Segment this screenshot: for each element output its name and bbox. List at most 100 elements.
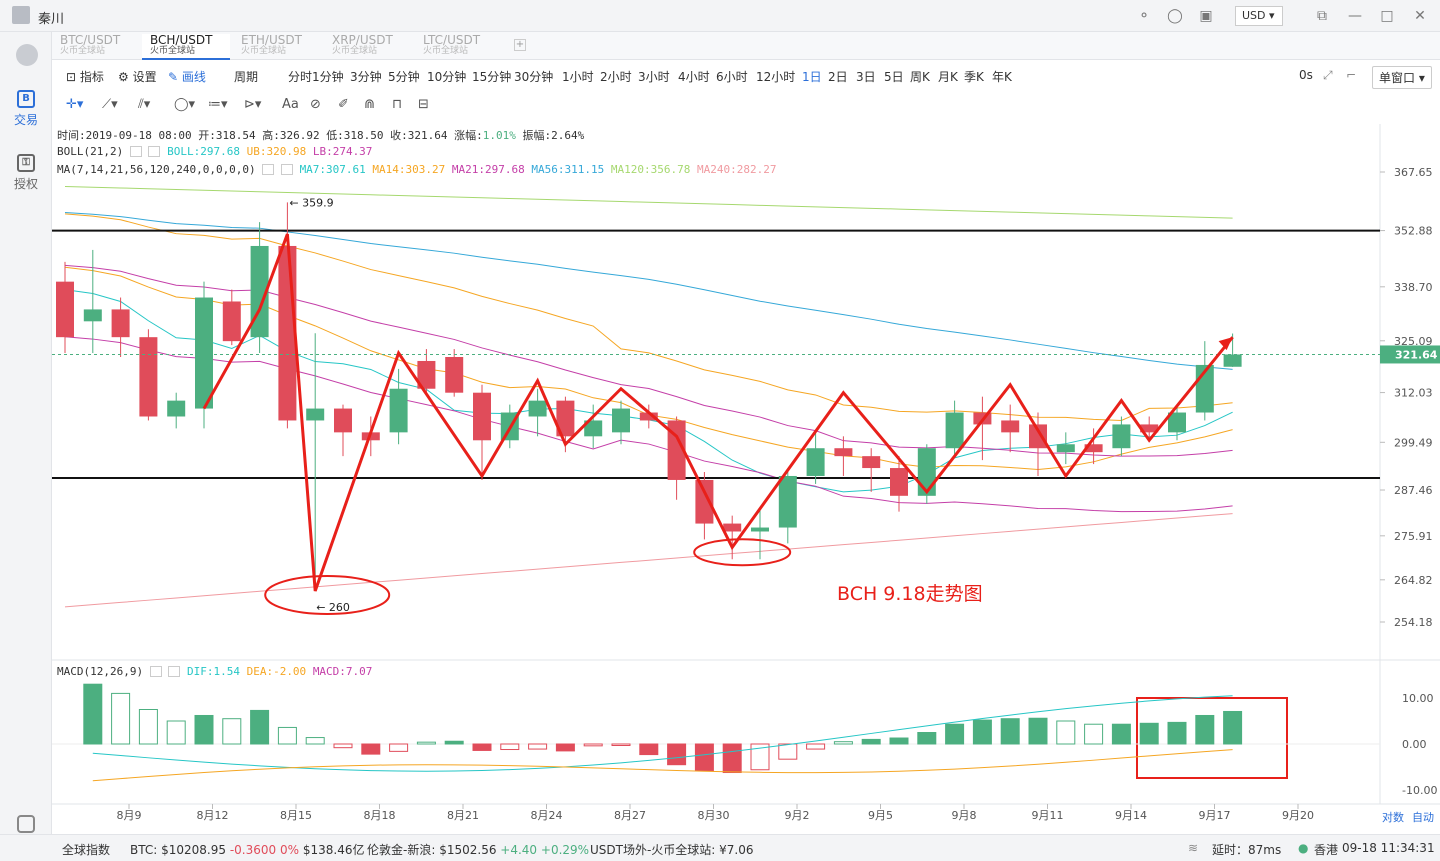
period-20[interactable]: 年K: [992, 68, 1012, 85]
wifi-icon: ≋: [1188, 841, 1199, 855]
close-icon[interactable]: ✕: [1411, 7, 1429, 25]
x-tick-label: 8月30: [698, 809, 730, 822]
sidebar-item-auth[interactable]: ⚿ 授权: [0, 154, 52, 192]
fullscreen-icon[interactable]: ⤢: [1323, 68, 1333, 83]
period-12[interactable]: 12小时: [756, 68, 795, 85]
screenshot-icon[interactable]: ⌐: [1346, 68, 1356, 82]
shirt-icon[interactable]: ▣: [1197, 7, 1215, 25]
candle-body: [83, 309, 102, 322]
period-4[interactable]: 10分钟: [427, 68, 466, 85]
candle-body: [945, 412, 964, 449]
close-indicator-icon[interactable]: [280, 164, 293, 175]
period-17[interactable]: 周K: [910, 68, 930, 85]
lock-icon[interactable]: ⊓: [392, 97, 402, 112]
period-10[interactable]: 4小时: [678, 68, 710, 85]
y-tick-label: 287.46: [1394, 484, 1433, 497]
ohlc-time: 时间:2019-09-18 08:00: [57, 129, 192, 142]
macd-bar: [1056, 720, 1076, 745]
high-annotation: ← 359.9: [289, 196, 333, 209]
settings-icon[interactable]: [17, 815, 35, 833]
period-16[interactable]: 5日: [884, 68, 904, 85]
add-tab-icon[interactable]: +: [514, 39, 526, 51]
boll-label: BOLL(21,2): [57, 145, 124, 158]
close-indicator-icon[interactable]: [168, 666, 181, 677]
gold-pct: +0.29%: [540, 843, 590, 857]
period-8[interactable]: 2小时: [600, 68, 632, 85]
candlestick-chart[interactable]: 367.65352.88338.70325.09312.03299.49287.…: [52, 124, 1440, 834]
tab-eth[interactable]: ETH/USDT 火币全球站: [233, 34, 321, 60]
fib-tool-icon[interactable]: ≔▾: [208, 97, 228, 112]
sidebar-item-trade[interactable]: B 交易: [0, 90, 52, 128]
period-18[interactable]: 月K: [938, 68, 958, 85]
ma21-value: MA21:297.68: [451, 163, 525, 176]
tab-btc[interactable]: BTC/USDT 火币全球站: [52, 34, 140, 60]
text-tool-icon[interactable]: Aa: [282, 97, 299, 112]
usdt-ticker: USDT场外-火币全球站: ¥7.06: [590, 843, 754, 857]
period-9[interactable]: 3小时: [638, 68, 670, 85]
period-3[interactable]: 5分钟: [388, 68, 420, 85]
macd-tick-label: 10.00: [1402, 692, 1434, 705]
period-label: 周期: [234, 70, 259, 84]
magnet-icon[interactable]: ⋒: [364, 97, 375, 112]
restore-icon[interactable]: ⧉: [1313, 7, 1331, 25]
macd-bar: [333, 743, 353, 749]
ohlc-open: 开:318.54: [198, 129, 256, 142]
y-tick-label: 338.70: [1394, 281, 1433, 294]
chat-icon[interactable]: ◯: [1166, 7, 1184, 25]
tab-ltc[interactable]: LTC/USDT 火币全球站: [415, 34, 503, 60]
period-1[interactable]: 1分钟: [312, 68, 344, 85]
hide-icon[interactable]: [262, 164, 275, 175]
indicator-button[interactable]: ⊡ 指标: [66, 68, 104, 85]
candle-body: [612, 408, 630, 433]
close-indicator-icon[interactable]: [148, 146, 161, 157]
period-19[interactable]: 季K: [964, 68, 984, 85]
macd-bar: [889, 737, 909, 745]
parallel-tool-icon[interactable]: ⫽▾: [138, 97, 150, 112]
period-14[interactable]: 2日: [828, 68, 848, 85]
currency-select[interactable]: USD ▾: [1235, 6, 1283, 26]
period-5[interactable]: 15分钟: [472, 68, 511, 85]
global-index-label[interactable]: 全球指数: [62, 841, 110, 858]
period-7[interactable]: 1小时: [562, 68, 594, 85]
draw-button[interactable]: ✎ 画线: [168, 68, 206, 85]
period-11[interactable]: 6小时: [716, 68, 748, 85]
brush-icon[interactable]: ✐: [338, 97, 349, 112]
tab-xrp[interactable]: XRP/USDT 火币全球站: [324, 34, 412, 60]
macd-bar: [361, 743, 381, 755]
macd-bar: [806, 743, 826, 750]
maximize-icon[interactable]: □: [1378, 7, 1396, 25]
seconds-label: 0s: [1299, 68, 1313, 82]
tab-name: BTC/USDT: [60, 33, 121, 47]
period-13[interactable]: 1日: [802, 68, 822, 85]
tab-bch[interactable]: BCH/USDT 火币全球站: [142, 34, 230, 60]
period-0[interactable]: 分时: [288, 68, 312, 85]
macd-bar: [945, 723, 965, 745]
circle-tool-icon[interactable]: ◯▾: [174, 97, 195, 112]
ma14-value: MA14:303.27: [372, 163, 446, 176]
pattern-tool-icon[interactable]: ⊳▾: [244, 97, 261, 112]
x-tick-label: 8月21: [447, 809, 479, 822]
sidebar: B 交易 ⚿ 授权: [0, 32, 52, 861]
bell-icon[interactable]: ⚬: [1135, 7, 1153, 25]
period-15[interactable]: 3日: [856, 68, 876, 85]
gold-change: +4.40: [500, 843, 538, 857]
avatar[interactable]: [12, 6, 30, 24]
chart-area[interactable]: 367.65 352.88 338.70 325.09 312.03 299.49 287.…: [52, 124, 1440, 834]
trash-icon[interactable]: ⊟: [418, 97, 429, 112]
ma56-value: MA56:311.15: [531, 163, 605, 176]
window-mode-select[interactable]: 单窗口 ▾: [1372, 66, 1432, 89]
boll-lb: LB:274.37: [312, 145, 373, 158]
crosshair-icon[interactable]: ✛▾: [66, 97, 83, 112]
hide-icon[interactable]: [129, 146, 142, 157]
hide-icon[interactable]: [149, 666, 162, 677]
y-tick-label: 312.03: [1394, 387, 1433, 400]
macd-bar: [1167, 721, 1187, 745]
settings-button[interactable]: ⚙ 设置: [118, 68, 157, 85]
ruler-icon[interactable]: ⊘: [310, 97, 321, 112]
window-mode-value: 单窗口: [1379, 71, 1416, 85]
period-2[interactable]: 3分钟: [350, 68, 382, 85]
line-tool-icon[interactable]: ⟋▾: [102, 97, 118, 112]
macd-bar: [972, 719, 992, 745]
minimize-icon[interactable]: —: [1346, 7, 1364, 25]
period-6[interactable]: 30分钟: [514, 68, 553, 85]
